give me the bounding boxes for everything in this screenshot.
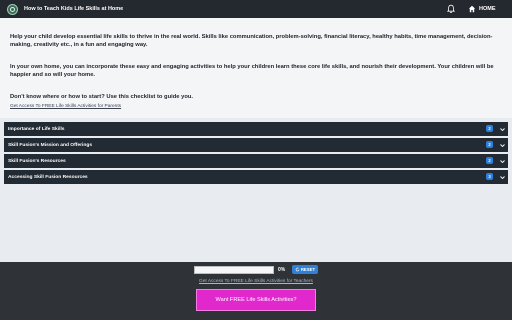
parents-activities-link[interactable]: Get Access To FREE Life Skills Activitie… — [10, 104, 121, 109]
reset-icon — [295, 267, 300, 272]
home-label: HOME — [479, 6, 496, 12]
progress-bar — [194, 266, 274, 274]
bell-icon[interactable] — [446, 4, 456, 14]
top-bar: How to Teach Kids Life Skills at Home HO… — [0, 0, 512, 18]
accordion-title: Skill Fusion's Resources — [8, 158, 66, 164]
progress-percent: 0% — [278, 267, 286, 273]
free-activities-cta-button[interactable]: Want FREE Life Skills Activities? — [196, 289, 316, 311]
intro-paragraph-3: Don't know where or how to start? Use th… — [10, 94, 194, 100]
accordion-title: Accessing Skill Fusion Resources — [8, 174, 88, 180]
chevron-down-icon — [500, 159, 505, 163]
accordion-item[interactable]: Importance of Life Skills 2 — [4, 122, 508, 136]
accordion-title: Skill Fusion's Mission and Offerings — [8, 142, 93, 148]
page-title: How to Teach Kids Life Skills at Home — [24, 6, 124, 12]
count-badge: 3 — [486, 173, 493, 180]
intro-paragraph-2: In your own home, you can incorporate th… — [10, 64, 494, 78]
chevron-down-icon — [500, 143, 505, 147]
home-button[interactable]: HOME — [468, 4, 496, 14]
logo-icon[interactable] — [7, 3, 18, 15]
reset-button[interactable]: RESET — [292, 265, 318, 274]
count-badge: 2 — [486, 141, 493, 148]
intro-section: Help your child develop essential life s… — [0, 18, 512, 118]
reset-label: RESET — [300, 267, 316, 272]
chevron-down-icon — [500, 127, 505, 131]
accordion-item[interactable]: Skill Fusion's Mission and Offerings 2 — [4, 138, 508, 152]
count-badge: 2 — [486, 157, 493, 164]
accordion-title: Importance of Life Skills — [8, 126, 65, 132]
accordion-item[interactable]: Accessing Skill Fusion Resources 3 — [4, 170, 508, 184]
home-icon — [468, 5, 476, 13]
intro-paragraph-1: Help your child develop essential life s… — [10, 34, 493, 48]
chevron-down-icon — [500, 175, 505, 179]
teachers-activities-link[interactable]: Get Access To FREE Life Skills Activitie… — [0, 279, 512, 284]
count-badge: 2 — [486, 125, 493, 132]
footer-bar: 0% RESET Get Access To FREE Life Skills … — [0, 262, 512, 320]
accordion-item[interactable]: Skill Fusion's Resources 2 — [4, 154, 508, 168]
